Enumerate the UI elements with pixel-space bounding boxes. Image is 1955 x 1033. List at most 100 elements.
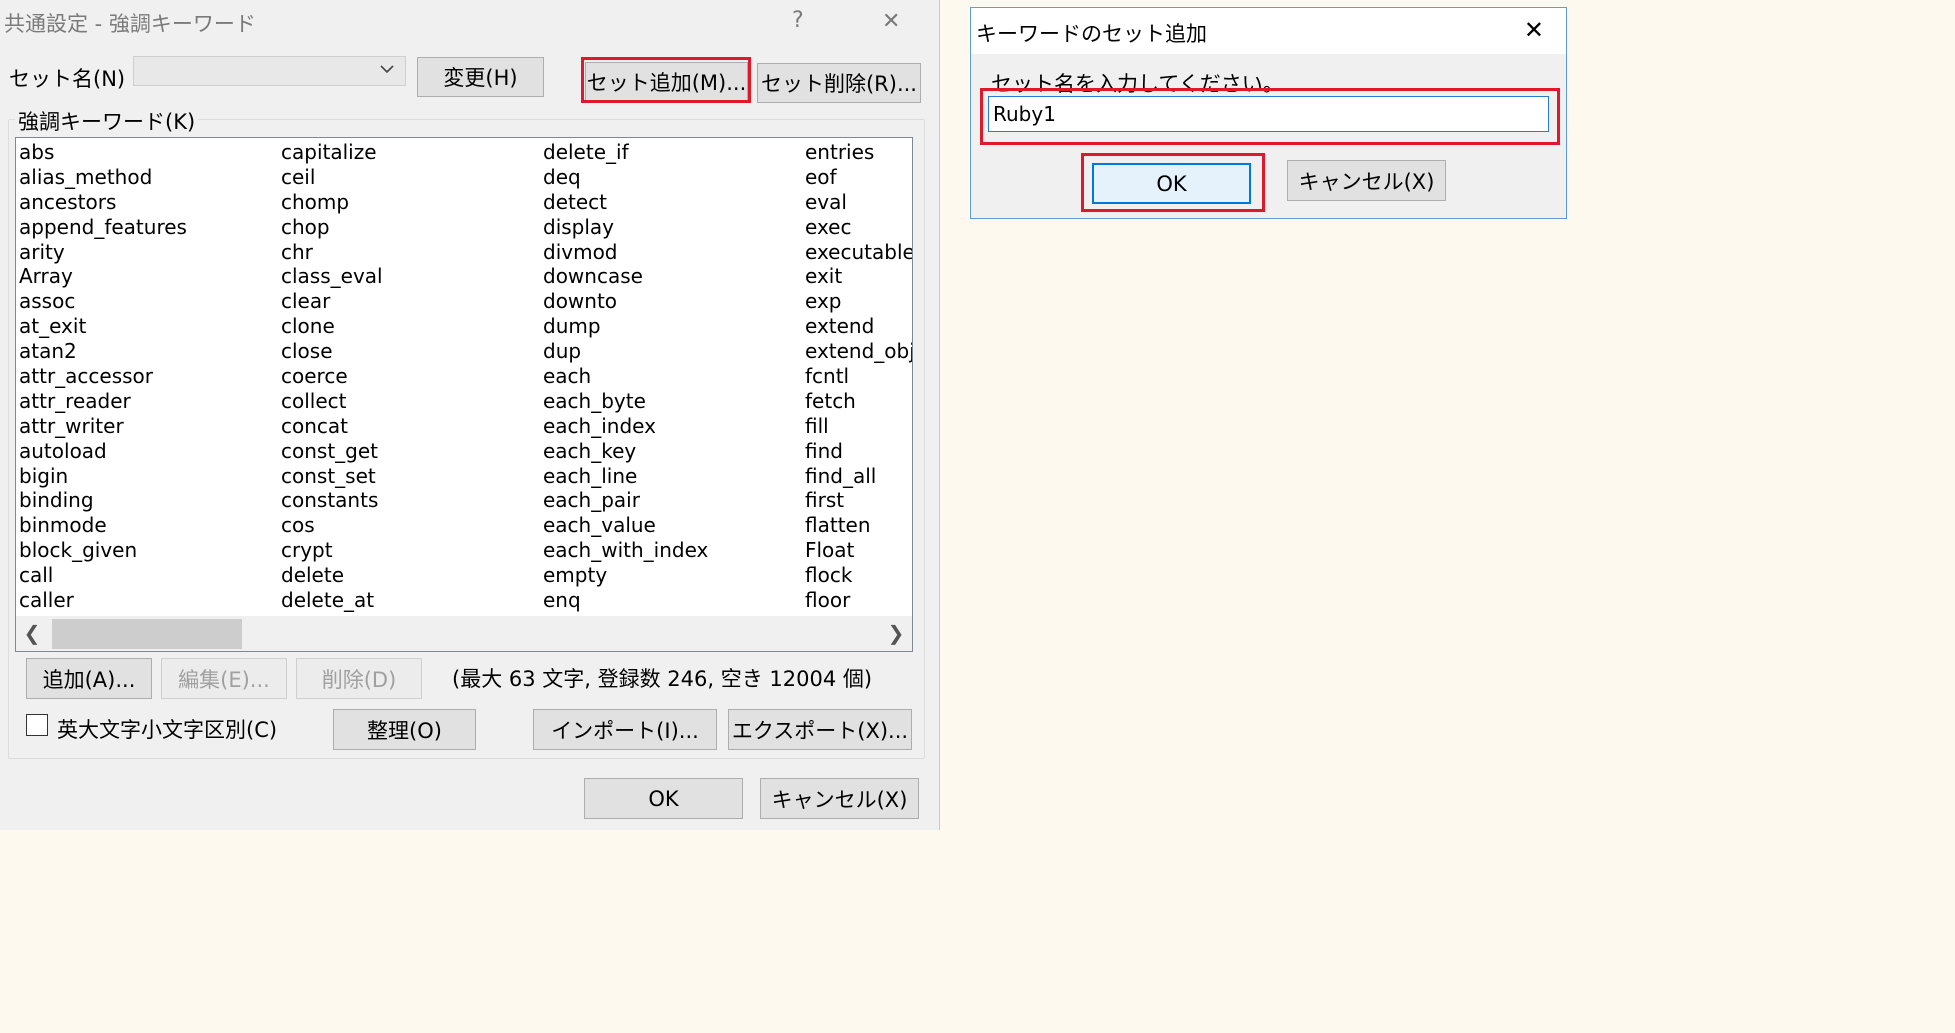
keyword-item[interactable]: block_given — [19, 538, 187, 563]
keyword-item[interactable]: assoc — [19, 289, 187, 314]
keyword-item[interactable]: empty — [543, 563, 708, 588]
add-keyword-button[interactable]: 追加(A)... — [26, 658, 152, 699]
keyword-item[interactable]: constants — [281, 488, 383, 513]
keyword-item[interactable]: crypt — [281, 538, 383, 563]
keyword-item[interactable]: chr — [281, 240, 383, 265]
keyword-item[interactable]: fill — [805, 414, 912, 439]
scrollbar-thumb[interactable] — [52, 619, 242, 649]
scroll-left-icon[interactable]: ❮ — [22, 621, 42, 645]
cancel-button[interactable]: キャンセル(X) — [760, 778, 919, 819]
keyword-item[interactable]: alias_method — [19, 165, 187, 190]
horizontal-scrollbar[interactable]: ❮ ❯ — [16, 616, 912, 651]
keyword-item[interactable]: extend — [805, 314, 912, 339]
edit-keyword-button[interactable]: 編集(E)... — [161, 658, 287, 699]
delete-set-button[interactable]: セット削除(R)... — [757, 63, 921, 103]
keyword-item[interactable]: each — [543, 364, 708, 389]
keyword-item[interactable]: divmod — [543, 240, 708, 265]
keyword-item[interactable]: dump — [543, 314, 708, 339]
keyword-item[interactable]: floor — [805, 588, 912, 613]
keyword-item[interactable]: capitalize — [281, 140, 383, 165]
keyword-item[interactable]: enq — [543, 588, 708, 613]
keyword-item[interactable]: abs — [19, 140, 187, 165]
ok-button[interactable]: OK — [1092, 163, 1251, 204]
keyword-item[interactable]: bigin — [19, 464, 187, 489]
delete-keyword-button[interactable]: 削除(D) — [296, 658, 422, 699]
keyword-item[interactable]: exp — [805, 289, 912, 314]
keyword-item[interactable]: arity — [19, 240, 187, 265]
keyword-item[interactable]: Array — [19, 264, 187, 289]
set-name-dropdown[interactable] — [133, 56, 406, 86]
keyword-item[interactable]: each_line — [543, 464, 708, 489]
keyword-item[interactable]: attr_accessor — [19, 364, 187, 389]
keyword-item[interactable]: eof — [805, 165, 912, 190]
close-icon[interactable]: ✕ — [882, 9, 900, 34]
cancel-button[interactable]: キャンセル(X) — [1287, 160, 1446, 201]
keyword-item[interactable]: entries — [805, 140, 912, 165]
keyword-item[interactable]: close — [281, 339, 383, 364]
keyword-item[interactable]: each_key — [543, 439, 708, 464]
keyword-item[interactable]: atan2 — [19, 339, 187, 364]
change-button[interactable]: 変更(H) — [417, 57, 544, 97]
keyword-item[interactable]: first — [805, 488, 912, 513]
keyword-item[interactable]: binmode — [19, 513, 187, 538]
keyword-item[interactable]: find — [805, 439, 912, 464]
keyword-item[interactable]: at_exit — [19, 314, 187, 339]
organize-button[interactable]: 整理(O) — [333, 709, 476, 750]
keyword-item[interactable]: exit — [805, 264, 912, 289]
keyword-item[interactable]: ceil — [281, 165, 383, 190]
keyword-item[interactable]: Float — [805, 538, 912, 563]
keyword-item[interactable]: clone — [281, 314, 383, 339]
keyword-item[interactable]: delete_at — [281, 588, 383, 613]
keyword-item[interactable]: const_get — [281, 439, 383, 464]
add-set-button[interactable]: セット追加(M)... — [585, 62, 748, 102]
keyword-item[interactable]: call — [19, 563, 187, 588]
keyword-item[interactable]: executable — [805, 240, 912, 265]
keyword-item[interactable]: each_value — [543, 513, 708, 538]
keyword-list[interactable]: abs alias_method ancestors append_features a… — [15, 137, 913, 652]
keyword-item[interactable]: cos — [281, 513, 383, 538]
keyword-item[interactable]: exec — [805, 215, 912, 240]
keyword-item[interactable]: autoload — [19, 439, 187, 464]
keyword-item[interactable]: delete_if — [543, 140, 708, 165]
keyword-item[interactable]: binding — [19, 488, 187, 513]
keyword-item[interactable]: detect — [543, 190, 708, 215]
keyword-item[interactable]: attr_writer — [19, 414, 187, 439]
keyword-item[interactable]: ancestors — [19, 190, 187, 215]
keyword-item[interactable]: clear — [281, 289, 383, 314]
keyword-item[interactable]: class_eval — [281, 264, 383, 289]
keyword-item[interactable]: each_pair — [543, 488, 708, 513]
keyword-item[interactable]: downto — [543, 289, 708, 314]
keyword-item[interactable]: concat — [281, 414, 383, 439]
keyword-item[interactable]: flatten — [805, 513, 912, 538]
keyword-item[interactable]: dup — [543, 339, 708, 364]
export-button[interactable]: エクスポート(X)... — [728, 709, 912, 750]
keyword-item[interactable]: each_byte — [543, 389, 708, 414]
keyword-item[interactable]: eval — [805, 190, 912, 215]
keyword-item[interactable]: each_with_index — [543, 538, 708, 563]
keyword-item[interactable]: fcntl — [805, 364, 912, 389]
keyword-item[interactable]: const_set — [281, 464, 383, 489]
keyword-item[interactable]: downcase — [543, 264, 708, 289]
keyword-item[interactable]: chop — [281, 215, 383, 240]
keyword-item[interactable]: extend_obj — [805, 339, 912, 364]
keyword-item[interactable]: attr_reader — [19, 389, 187, 414]
keyword-item[interactable]: caller — [19, 588, 187, 613]
scroll-right-icon[interactable]: ❯ — [886, 621, 906, 645]
keyword-item[interactable]: coerce — [281, 364, 383, 389]
keyword-item[interactable]: collect — [281, 389, 383, 414]
ok-button[interactable]: OK — [584, 778, 743, 819]
keyword-item[interactable]: flock — [805, 563, 912, 588]
keyword-item[interactable]: append_features — [19, 215, 187, 240]
keyword-item[interactable]: find_all — [805, 464, 912, 489]
import-button[interactable]: インポート(I)... — [533, 709, 717, 750]
keyword-item[interactable]: fetch — [805, 389, 912, 414]
keyword-item[interactable]: chomp — [281, 190, 383, 215]
set-name-input[interactable] — [988, 96, 1549, 132]
help-icon[interactable]: ? — [792, 8, 804, 33]
close-icon[interactable]: ✕ — [1524, 16, 1544, 44]
keyword-item[interactable]: display — [543, 215, 708, 240]
case-sensitive-checkbox[interactable] — [26, 714, 48, 736]
keyword-item[interactable]: each_index — [543, 414, 708, 439]
keyword-item[interactable]: deq — [543, 165, 708, 190]
keyword-item[interactable]: delete — [281, 563, 383, 588]
